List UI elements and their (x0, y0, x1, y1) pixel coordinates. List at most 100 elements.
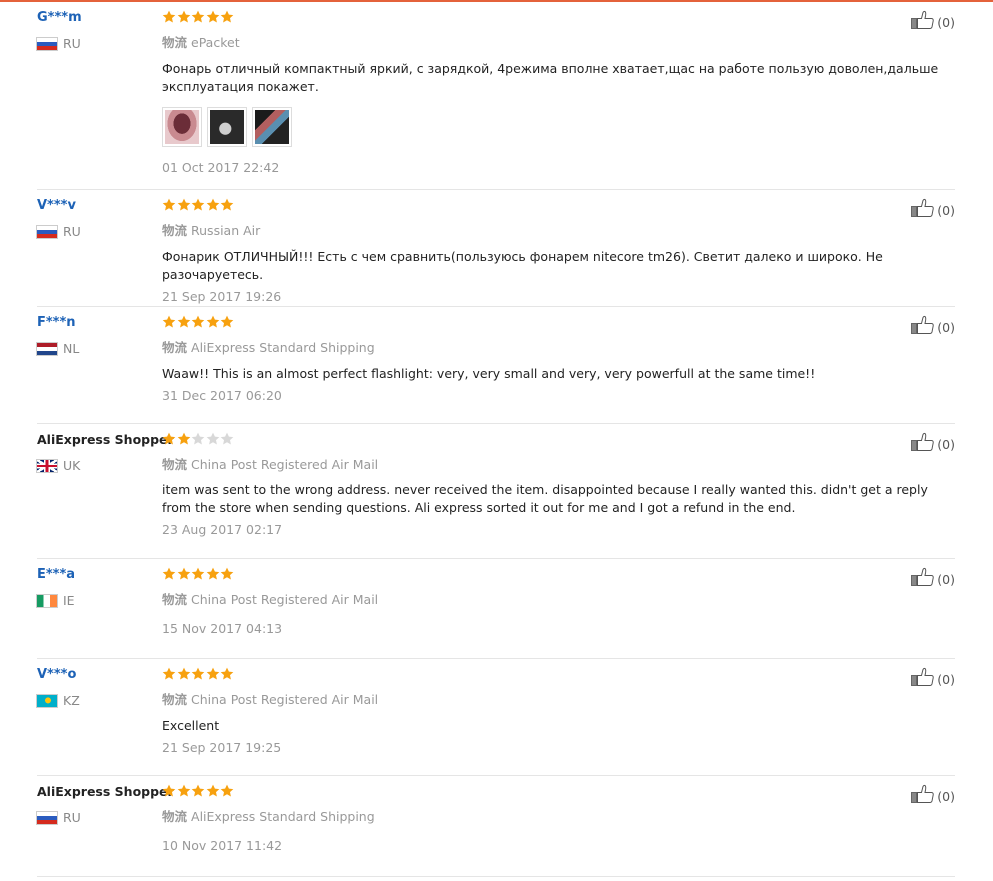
shipping-method: AliExpress Standard Shipping (191, 340, 375, 355)
review-photos (162, 107, 957, 147)
review-item: AliExpress Shopper UK (0) 物流 China Post R… (37, 424, 955, 559)
thumbs-up-icon[interactable] (911, 567, 935, 591)
like-area: (0) (911, 10, 955, 34)
star-filled-icon (221, 198, 234, 211)
star-filled-icon (162, 10, 176, 23)
reviewer-name[interactable]: V***o (37, 667, 162, 683)
shipping-method: Russian Air (191, 223, 261, 238)
review-text: Excellent (162, 718, 220, 733)
review-item: AliExpress Shopper RU (0) 物流 AliExpress S… (37, 776, 955, 877)
reviewer-name[interactable]: F***n (37, 315, 162, 331)
shipping-label: 物流 (162, 223, 188, 238)
star-filled-icon (162, 315, 176, 328)
like-count: (0) (937, 202, 955, 218)
review-body: 物流 Russian Air Фонарик ОТЛИЧНЫЙ!!! Есть с… (162, 220, 957, 304)
reviewer-info: E***a IE (37, 567, 162, 608)
review-body: 物流 China Post Registered Air Mail item wa… (162, 454, 957, 537)
like-count: (0) (937, 571, 955, 587)
shipping-label: 物流 (162, 340, 188, 355)
star-filled-icon (191, 315, 205, 328)
reviewer-info: F***n NL (37, 315, 162, 356)
star-filled-icon (162, 432, 176, 445)
review-body: 物流 AliExpress Standard Shipping Waaw!! Th… (162, 337, 957, 403)
shipping-info: 物流 China Post Registered Air Mail (162, 589, 378, 608)
review-date: 23 Aug 2017 02:17 (162, 522, 283, 537)
star-filled-icon (177, 784, 190, 797)
star-filled-icon (191, 10, 205, 23)
star-filled-icon (191, 567, 205, 580)
feedback-list: G***m RU (0) 物流 ePacket Фонарь отличный к… (0, 2, 993, 877)
thumbs-up-icon[interactable] (911, 315, 935, 339)
star-filled-icon (221, 784, 234, 797)
star-empty-icon (191, 432, 205, 445)
star-filled-icon (206, 784, 220, 797)
star-filled-icon (191, 667, 205, 680)
reviewer-country: RU (37, 810, 162, 825)
star-filled-icon (177, 198, 190, 211)
shipping-info: 物流 ePacket (162, 32, 957, 51)
star-filled-icon (206, 315, 220, 328)
reviewer-name[interactable]: V***v (37, 198, 162, 214)
review-photo-thumbnail[interactable] (252, 107, 292, 147)
star-filled-icon (162, 567, 176, 580)
star-filled-icon (191, 198, 205, 211)
shipping-method: China Post Registered Air Mail (191, 592, 379, 607)
thumbs-up-icon[interactable] (911, 432, 935, 456)
review-body: 物流 ePacket Фонарь отличный компактный ярк… (162, 32, 957, 175)
reviewer-name[interactable]: E***a (37, 567, 162, 583)
reviewer-country: KZ (37, 693, 162, 708)
reviewer-info: AliExpress Shopper RU (37, 784, 174, 825)
star-filled-icon (221, 667, 234, 680)
thumbs-up-icon[interactable] (911, 198, 935, 222)
country-code: RU (63, 810, 81, 825)
shipping-info: 物流 China Post Registered Air Mail (162, 689, 957, 708)
country-code: UK (63, 458, 81, 473)
star-filled-icon (221, 10, 234, 23)
thumbs-up-icon[interactable] (911, 667, 935, 691)
reviewer-name[interactable]: G***m (37, 10, 162, 26)
review-photo-thumbnail[interactable] (162, 107, 202, 147)
star-filled-icon (221, 315, 234, 328)
star-filled-icon (177, 432, 190, 445)
shipping-label: 物流 (162, 809, 188, 824)
star-rating (162, 784, 235, 798)
shipping-label: 物流 (162, 457, 188, 472)
review-date: 31 Dec 2017 06:20 (162, 388, 282, 403)
flag-ru-icon (37, 811, 57, 824)
review-item: G***m RU (0) 物流 ePacket Фонарь отличный к… (37, 2, 955, 190)
star-filled-icon (191, 784, 205, 797)
shipping-info: 物流 AliExpress Standard Shipping (162, 806, 375, 825)
star-filled-icon (162, 784, 176, 797)
flag-ru-icon (37, 225, 57, 238)
review-body: 物流 AliExpress Standard Shipping 10 Nov 20… (162, 806, 375, 853)
review-text: Waaw!! This is an almost perfect flashli… (162, 366, 816, 381)
star-rating (162, 10, 235, 24)
reviewer-country: RU (37, 36, 162, 51)
thumbs-up-icon[interactable] (911, 10, 935, 34)
reviewer-info: V***v RU (37, 198, 162, 239)
review-text: Фонарик ОТЛИЧНЫЙ!!! Есть с чем сравнить(… (162, 249, 883, 282)
star-filled-icon (221, 567, 234, 580)
like-area: (0) (911, 567, 955, 591)
reviewer-name: AliExpress Shopper (37, 784, 174, 799)
thumbs-up-icon[interactable] (911, 784, 935, 808)
like-count: (0) (937, 319, 955, 335)
reviewer-name: AliExpress Shopper (37, 432, 174, 447)
reviewer-country: UK (37, 458, 162, 473)
star-filled-icon (206, 198, 220, 211)
flag-ru-icon (37, 37, 57, 50)
review-photo-thumbnail[interactable] (207, 107, 247, 147)
review-date: 21 Sep 2017 19:26 (162, 289, 282, 304)
review-date: 15 Nov 2017 04:13 (162, 621, 283, 636)
shipping-method: China Post Registered Air Mail (191, 457, 379, 472)
review-text: item was sent to the wrong address. neve… (162, 482, 928, 515)
country-code: RU (63, 224, 81, 239)
star-rating (162, 315, 235, 329)
review-date: 21 Sep 2017 19:25 (162, 740, 282, 755)
like-count: (0) (937, 788, 955, 804)
star-filled-icon (177, 567, 190, 580)
shipping-method: China Post Registered Air Mail (191, 692, 379, 707)
star-rating (162, 567, 235, 581)
star-rating (162, 667, 235, 681)
review-text: Фонарь отличный компактный яркий, с заря… (162, 61, 939, 94)
